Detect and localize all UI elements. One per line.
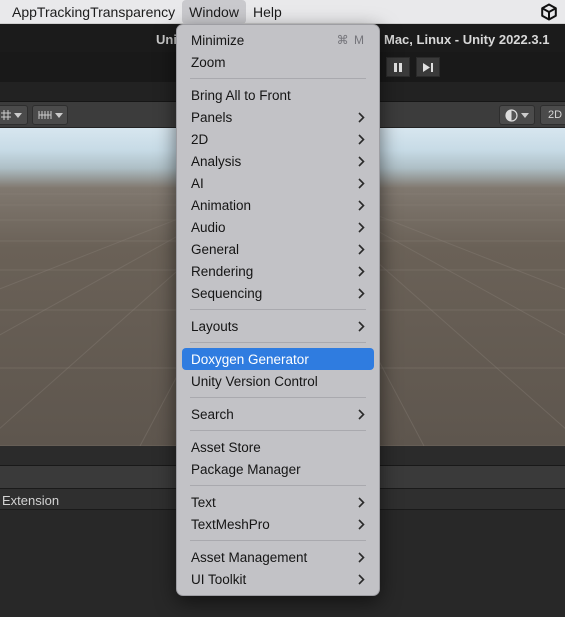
chevron-right-icon bbox=[358, 408, 365, 420]
sphere-shading-icon bbox=[505, 108, 518, 122]
menu-item-sequencing[interactable]: Sequencing bbox=[182, 282, 374, 304]
menu-item-zoom[interactable]: Zoom bbox=[182, 51, 374, 73]
menu-item-analysis[interactable]: Analysis bbox=[182, 150, 374, 172]
chevron-right-icon bbox=[358, 265, 365, 277]
step-icon bbox=[423, 62, 433, 72]
chevron-right-icon bbox=[358, 221, 365, 233]
chevron-right-icon bbox=[358, 155, 365, 167]
menu-item-animation[interactable]: Animation bbox=[182, 194, 374, 216]
chevron-right-icon bbox=[358, 199, 365, 211]
shading-mode-dropdown[interactable] bbox=[499, 105, 535, 125]
menu-item-layouts[interactable]: Layouts bbox=[182, 315, 374, 337]
step-button[interactable] bbox=[416, 57, 440, 77]
ruler-icon bbox=[38, 111, 51, 119]
window-title: Mac, Linux - Unity 2022.3.1 bbox=[384, 32, 550, 47]
chevron-down-icon bbox=[13, 112, 22, 118]
chevron-right-icon bbox=[358, 177, 365, 189]
menu-item-rendering[interactable]: Rendering bbox=[182, 260, 374, 282]
menu-item-asset-management[interactable]: Asset Management bbox=[182, 546, 374, 568]
menu-app-tracking-transparency[interactable]: AppTrackingTransparency bbox=[0, 0, 182, 24]
chevron-down-icon bbox=[54, 112, 63, 118]
menu-item-2d[interactable]: 2D bbox=[182, 128, 374, 150]
menu-item-textmeshpro[interactable]: TextMeshPro bbox=[182, 513, 374, 535]
unity-logo-icon[interactable] bbox=[540, 3, 558, 21]
menu-item-panels[interactable]: Panels bbox=[182, 106, 374, 128]
gizmo-toggle-dropdown[interactable] bbox=[32, 105, 68, 125]
chevron-right-icon bbox=[358, 320, 365, 332]
minimize-shortcut: ⌘ M bbox=[336, 33, 365, 47]
menu-item-minimize[interactable]: Minimize ⌘ M bbox=[182, 29, 374, 51]
menu-item-doxygen-generator[interactable]: Doxygen Generator bbox=[182, 348, 374, 370]
screen: AppTrackingTransparency Window Help Uni … bbox=[0, 0, 565, 617]
grid-icon bbox=[0, 110, 11, 120]
menu-item-ui-toolkit[interactable]: UI Toolkit bbox=[182, 568, 374, 590]
menu-item-asset-store[interactable]: Asset Store bbox=[182, 436, 374, 458]
menu-separator bbox=[190, 78, 366, 79]
menu-item-package-manager[interactable]: Package Manager bbox=[182, 458, 374, 480]
macos-menu-bar: AppTrackingTransparency Window Help bbox=[0, 0, 565, 24]
menu-item-ai[interactable]: AI bbox=[182, 172, 374, 194]
menu-separator bbox=[190, 342, 366, 343]
mode-2d-toggle[interactable]: 2D bbox=[540, 105, 565, 125]
menu-item-audio[interactable]: Audio bbox=[182, 216, 374, 238]
chevron-right-icon bbox=[358, 133, 365, 145]
menu-separator bbox=[190, 397, 366, 398]
menu-separator bbox=[190, 485, 366, 486]
window-title-start: Uni bbox=[156, 32, 177, 47]
menu-separator bbox=[190, 540, 366, 541]
pause-icon bbox=[394, 62, 402, 72]
chevron-right-icon bbox=[358, 551, 365, 563]
menu-item-general[interactable]: General bbox=[182, 238, 374, 260]
grid-snap-dropdown[interactable] bbox=[0, 105, 28, 125]
chevron-right-icon bbox=[358, 243, 365, 255]
menu-item-text[interactable]: Text bbox=[182, 491, 374, 513]
chevron-right-icon bbox=[358, 111, 365, 123]
chevron-right-icon bbox=[358, 496, 365, 508]
menu-item-search[interactable]: Search bbox=[182, 403, 374, 425]
chevron-right-icon bbox=[358, 573, 365, 585]
menu-item-unity-version-control[interactable]: Unity Version Control bbox=[182, 370, 374, 392]
chevron-down-icon bbox=[521, 112, 529, 118]
extension-panel-title: Extension bbox=[2, 493, 60, 508]
menu-help[interactable]: Help bbox=[246, 0, 289, 24]
chevron-right-icon bbox=[358, 518, 365, 530]
menu-separator bbox=[190, 309, 366, 310]
menu-separator bbox=[190, 430, 366, 431]
menu-window[interactable]: Window bbox=[182, 0, 246, 24]
window-menu-dropdown: Minimize ⌘ M Zoom Bring All to Front Pan… bbox=[176, 24, 380, 596]
pause-button[interactable] bbox=[386, 57, 410, 77]
menu-item-bring-all-to-front[interactable]: Bring All to Front bbox=[182, 84, 374, 106]
chevron-right-icon bbox=[358, 287, 365, 299]
